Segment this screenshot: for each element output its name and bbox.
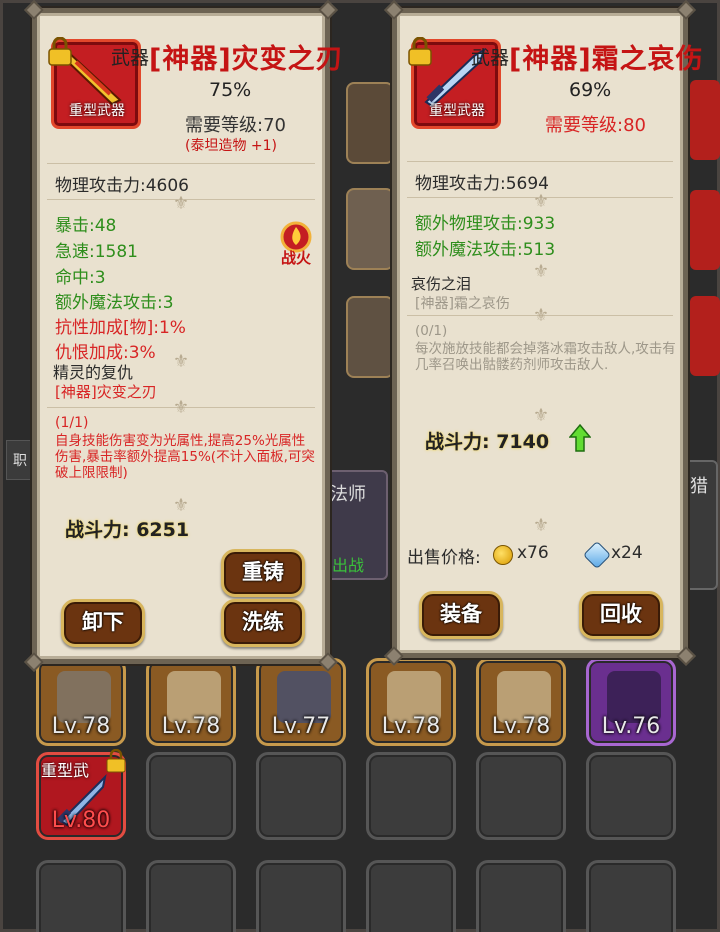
required-level: 需要等级:80	[545, 115, 646, 136]
bonus-stat: 暴击:48	[55, 216, 117, 236]
compare-item-panel: 重型武器 武器 [神器]霜之哀伤 69% 需要等级:80 物理攻击力:5694 …	[384, 0, 703, 666]
divider-ornament: ⚜	[172, 397, 190, 418]
equip-button[interactable]: 装备	[419, 591, 503, 639]
inventory-slot[interactable]: Lv.78	[146, 658, 236, 746]
divider	[47, 163, 315, 164]
item-level: Lv.78	[381, 714, 441, 739]
bonus-stat: 命中:3	[55, 268, 106, 288]
set-name: 精灵的复仇	[53, 363, 134, 382]
lock-icon[interactable]	[407, 37, 433, 67]
item-quality-percent: 75%	[209, 79, 252, 101]
hero-card-deploy[interactable]: 出战	[332, 552, 364, 576]
set-item: [神器]灾变之刃	[55, 383, 157, 401]
power-up-arrow-icon	[569, 423, 591, 452]
inventory-slot-empty[interactable]	[256, 752, 346, 840]
bonus-stat: 急速:1581	[55, 242, 138, 262]
divider-ornament: ⚜	[532, 515, 550, 536]
side-tab-label: 职	[13, 453, 27, 469]
divider-ornament: ⚜	[532, 261, 550, 282]
refine-button[interactable]: 洗练	[221, 599, 305, 647]
sell-gem-amount: x24	[611, 543, 643, 563]
hero-portrait[interactable]	[346, 188, 394, 270]
item-category: 武器	[111, 47, 150, 69]
item-name: [神器]灾变之刃	[149, 44, 344, 75]
divider-ornament: ⚜	[532, 405, 550, 426]
divider-ornament: ⚜	[172, 193, 190, 214]
main-stat: 物理攻击力:4606	[55, 176, 189, 196]
divider-ornament: ⚜	[532, 305, 550, 326]
set-description: 每次施放技能都会掉落冰霜攻击敌人,攻击有几率召唤出骷髅药剂师攻击敌人.	[415, 341, 676, 373]
unequip-button[interactable]: 卸下	[61, 599, 145, 647]
inventory-slot-selected[interactable]: 重型武 Lv.80	[36, 749, 126, 840]
item-level: Lv.76	[601, 714, 661, 739]
special-stat: 抗性加成[物]:1%	[55, 318, 186, 338]
item-level: Lv.80	[51, 808, 111, 833]
item-level: Lv.78	[491, 714, 551, 739]
gold-coin-icon	[493, 545, 513, 565]
inventory-grid: Lv.78 Lv.78 Lv.77 Lv.78 Lv.78 Lv.76 重型武 …	[30, 650, 690, 932]
background-right-red-tab	[690, 296, 720, 376]
inventory-slot[interactable]: Lv.78	[366, 658, 456, 746]
bonus-stat: 额外物理攻击:933	[415, 214, 556, 234]
bonus-stat: 额外魔法攻击:513	[415, 240, 556, 260]
item-level: Lv.77	[271, 714, 331, 739]
combat-power: 战斗力: 6251	[65, 519, 190, 541]
recast-button[interactable]: 重铸	[221, 549, 305, 597]
bonus-stat: 额外魔法攻击:3	[55, 293, 174, 313]
divider-ornament: ⚜	[172, 351, 190, 372]
equipped-item-panel: 重型武器 武器 [神器]灾变之刃 75% 需要等级:70 (泰坦造物 +1) 物…	[24, 0, 343, 672]
inventory-slot-empty[interactable]	[256, 860, 346, 932]
gem-icon	[582, 540, 612, 570]
right-card-label: 猎	[690, 476, 708, 497]
hero-portrait[interactable]	[346, 296, 394, 378]
item-type-label: 重型武器	[69, 103, 125, 119]
inventory-slot-empty[interactable]	[36, 860, 126, 932]
inventory-slot-empty[interactable]	[366, 752, 456, 840]
divider-ornament: ⚜	[172, 495, 190, 516]
divider	[407, 161, 673, 162]
set-count: (0/1)	[415, 323, 448, 339]
item-level: Lv.78	[51, 714, 111, 739]
item-bonus-note: (泰坦造物 +1)	[185, 138, 278, 154]
war-fire-badge: 战火	[275, 219, 317, 267]
inventory-slot[interactable]: Lv.78	[36, 658, 126, 746]
inventory-slot-empty[interactable]	[476, 752, 566, 840]
combat-power: 战斗力: 7140	[425, 431, 550, 453]
required-level: 需要等级:70	[185, 115, 286, 136]
recycle-button[interactable]: 回收	[579, 591, 663, 639]
badge-label: 战火	[280, 249, 311, 267]
background-side-tab: 职	[6, 440, 34, 480]
set-name: 哀伤之泪	[411, 275, 472, 293]
set-description: 自身技能伤害变为光属性,提高25%光属性伤害,暴击率额外提高15%(不计入面板,…	[55, 433, 315, 481]
item-type-label: 重型武器	[429, 103, 485, 119]
inventory-slot-empty[interactable]	[146, 752, 236, 840]
main-stat: 物理攻击力:5694	[415, 174, 549, 194]
hero-card-name: 法师	[330, 484, 366, 505]
background-right-red-tab	[690, 190, 720, 270]
item-category: 武器	[471, 47, 510, 69]
inventory-slot[interactable]: Lv.78	[476, 658, 566, 746]
inventory-slot[interactable]: Lv.77	[256, 658, 346, 746]
sell-price-label: 出售价格:	[407, 548, 481, 568]
hero-portrait[interactable]	[346, 82, 394, 164]
inventory-slot-empty[interactable]	[366, 860, 456, 932]
inventory-slot-empty[interactable]	[586, 860, 676, 932]
set-item: [神器]霜之哀伤	[415, 296, 510, 312]
set-count: (1/1)	[55, 415, 89, 431]
sell-gold-amount: x76	[517, 543, 549, 563]
item-name: [神器]霜之哀伤	[509, 44, 704, 75]
item-level: Lv.78	[161, 714, 221, 739]
inventory-slot-empty[interactable]	[146, 860, 236, 932]
inventory-slot[interactable]: Lv.76	[586, 658, 676, 746]
inventory-slot-empty[interactable]	[476, 860, 566, 932]
inventory-slot-empty[interactable]	[586, 752, 676, 840]
lock-icon[interactable]	[47, 37, 73, 67]
background-right-red-tab	[690, 80, 720, 160]
item-quality-percent: 69%	[569, 79, 612, 101]
